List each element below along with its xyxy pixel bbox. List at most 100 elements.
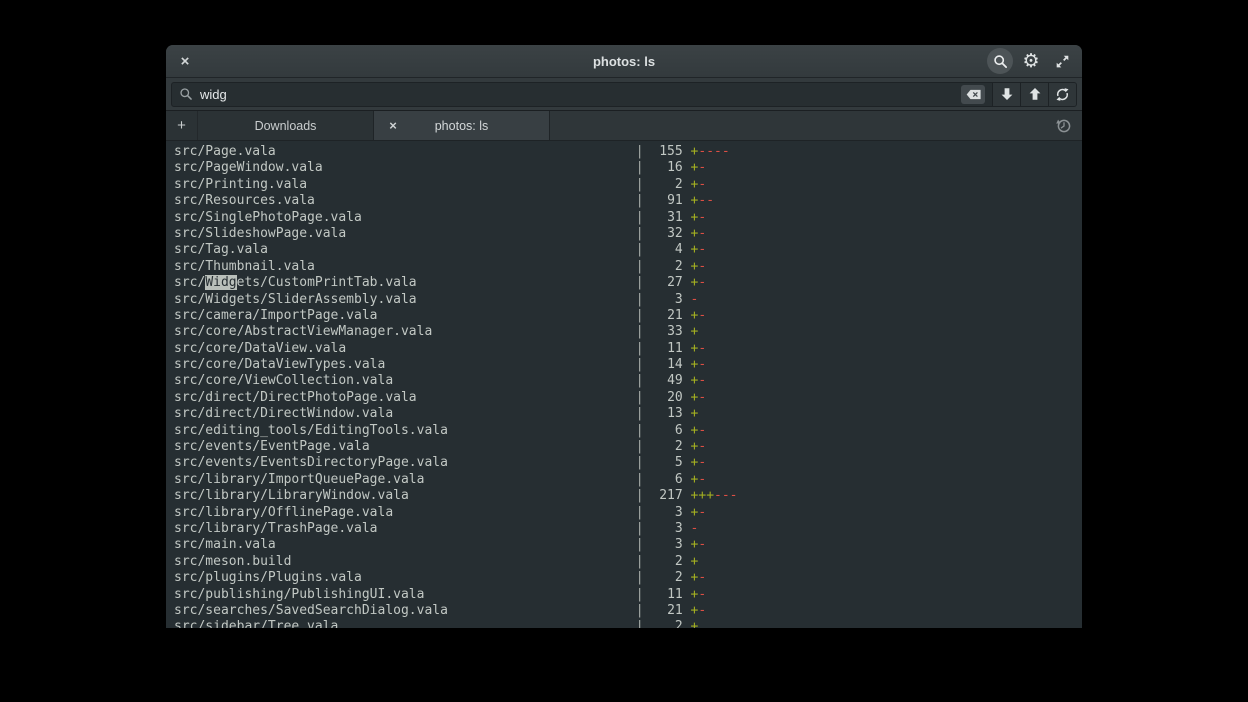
minus-mark: - xyxy=(698,341,706,356)
diffstat-row: src/core/DataView.vala|11+- xyxy=(174,341,1082,357)
arrow-up-icon xyxy=(1028,87,1042,101)
fullscreen-button[interactable] xyxy=(1049,48,1075,74)
change-count: 91 xyxy=(644,193,683,209)
diffstat-row: src/SinglePhotoPage.vala|31+- xyxy=(174,210,1082,226)
column-separator: | xyxy=(636,144,644,159)
close-icon: × xyxy=(181,53,190,70)
diffstat-row: src/PageWindow.vala|16+- xyxy=(174,160,1082,176)
search-previous-button[interactable] xyxy=(1020,83,1048,106)
change-symbols: +- xyxy=(691,423,707,438)
minus-mark: - xyxy=(714,488,722,503)
column-separator: | xyxy=(636,537,644,552)
column-separator: | xyxy=(636,390,644,405)
change-count: 6 xyxy=(644,423,683,439)
minus-mark: - xyxy=(698,242,706,257)
change-count: 6 xyxy=(644,472,683,488)
minus-mark: - xyxy=(714,144,722,159)
diffstat-row: src/core/AbstractViewManager.vala|33+ xyxy=(174,324,1082,340)
file-name: src/sidebar/Tree.vala xyxy=(174,619,636,628)
file-name: src/camera/ImportPage.vala xyxy=(174,308,636,324)
diffstat-list: src/Page.vala|155+----src/PageWindow.val… xyxy=(174,144,1082,628)
file-name: src/PageWindow.vala xyxy=(174,160,636,176)
column-separator: | xyxy=(636,308,644,323)
change-count: 21 xyxy=(644,603,683,619)
change-symbols: - xyxy=(691,292,699,307)
file-name: src/publishing/PublishingUI.vala xyxy=(174,587,636,603)
change-symbols: +- xyxy=(691,390,707,405)
column-separator: | xyxy=(636,226,644,241)
minus-mark: - xyxy=(698,603,706,618)
gear-icon: ⚙ xyxy=(1022,52,1039,71)
plus-icon: + xyxy=(177,117,186,134)
change-count: 2 xyxy=(644,439,683,455)
diffstat-row: src/library/OfflinePage.vala|3+- xyxy=(174,505,1082,521)
change-count: 49 xyxy=(644,373,683,389)
change-symbols: +- xyxy=(691,373,707,388)
file-name: src/core/DataViewTypes.vala xyxy=(174,357,636,373)
file-name: src/library/OfflinePage.vala xyxy=(174,505,636,521)
search-wrap-button[interactable] xyxy=(1048,83,1076,106)
minus-mark: - xyxy=(730,488,738,503)
change-count: 21 xyxy=(644,308,683,324)
change-symbols: +- xyxy=(691,455,707,470)
settings-button[interactable]: ⚙ xyxy=(1018,48,1044,74)
tab-close-icon: × xyxy=(389,118,397,133)
tab-bar: + Downloads × photos: ls xyxy=(166,111,1082,141)
close-button[interactable]: × xyxy=(175,51,195,71)
minus-mark: - xyxy=(691,292,699,307)
minus-mark: - xyxy=(698,537,706,552)
file-name: src/direct/DirectPhotoPage.vala xyxy=(174,390,636,406)
column-separator: | xyxy=(636,193,644,208)
change-count: 217 xyxy=(644,488,683,504)
diffstat-row: src/Thumbnail.vala|2+- xyxy=(174,259,1082,275)
change-symbols: +++--- xyxy=(691,488,738,503)
tab-downloads[interactable]: Downloads xyxy=(198,111,374,140)
change-symbols: + xyxy=(691,406,699,421)
terminal-output[interactable]: src/Page.vala|155+----src/PageWindow.val… xyxy=(166,141,1082,628)
diffstat-row: src/searches/SavedSearchDialog.vala|21+- xyxy=(174,603,1082,619)
search-toggle-button[interactable] xyxy=(987,48,1013,74)
tab-label: photos: ls xyxy=(435,119,489,133)
file-name: src/events/EventsDirectoryPage.vala xyxy=(174,455,636,471)
search-next-button[interactable] xyxy=(992,83,1020,106)
column-separator: | xyxy=(636,587,644,602)
change-symbols: +- xyxy=(691,587,707,602)
diffstat-row: src/direct/DirectPhotoPage.vala|20+- xyxy=(174,390,1082,406)
column-separator: | xyxy=(636,554,644,569)
diffstat-row: src/Page.vala|155+---- xyxy=(174,144,1082,160)
search-match-highlight: Widg xyxy=(205,275,236,290)
minus-mark: - xyxy=(691,521,699,536)
minus-mark: - xyxy=(698,455,706,470)
column-separator: | xyxy=(636,292,644,307)
tab-close-button[interactable]: × xyxy=(384,117,402,135)
change-symbols: +- xyxy=(691,242,707,257)
diffstat-row: src/plugins/Plugins.vala|2+- xyxy=(174,570,1082,586)
change-symbols: +- xyxy=(691,308,707,323)
column-separator: | xyxy=(636,455,644,470)
diffstat-row: src/core/ViewCollection.vala|49+- xyxy=(174,373,1082,389)
file-name: src/main.vala xyxy=(174,537,636,553)
change-symbols: +- xyxy=(691,439,707,454)
history-button[interactable] xyxy=(1044,111,1082,140)
plus-mark: + xyxy=(691,619,699,628)
minus-mark: - xyxy=(698,275,706,290)
diffstat-row: src/events/EventPage.vala|2 +- xyxy=(174,439,1082,455)
file-name: src/direct/DirectWindow.vala xyxy=(174,406,636,422)
diffstat-row: src/library/ImportQueuePage.vala|6+- xyxy=(174,472,1082,488)
column-separator: | xyxy=(636,439,644,454)
clear-search-button[interactable] xyxy=(961,85,985,104)
file-name: src/Widgets/CustomPrintTab.vala xyxy=(174,275,636,291)
column-separator: | xyxy=(636,275,644,290)
tab-photos-ls[interactable]: × photos: ls xyxy=(374,111,550,140)
column-separator: | xyxy=(636,210,644,225)
search-input[interactable] xyxy=(200,87,954,102)
change-count: 4 xyxy=(644,242,683,258)
column-separator: | xyxy=(636,603,644,618)
file-name: src/events/EventPage.vala xyxy=(174,439,636,455)
file-name: src/Thumbnail.vala xyxy=(174,259,636,275)
minus-mark: - xyxy=(706,193,714,208)
file-name: src/core/ViewCollection.vala xyxy=(174,373,636,389)
column-separator: | xyxy=(636,423,644,438)
column-separator: | xyxy=(636,406,644,421)
new-tab-button[interactable]: + xyxy=(166,111,198,140)
